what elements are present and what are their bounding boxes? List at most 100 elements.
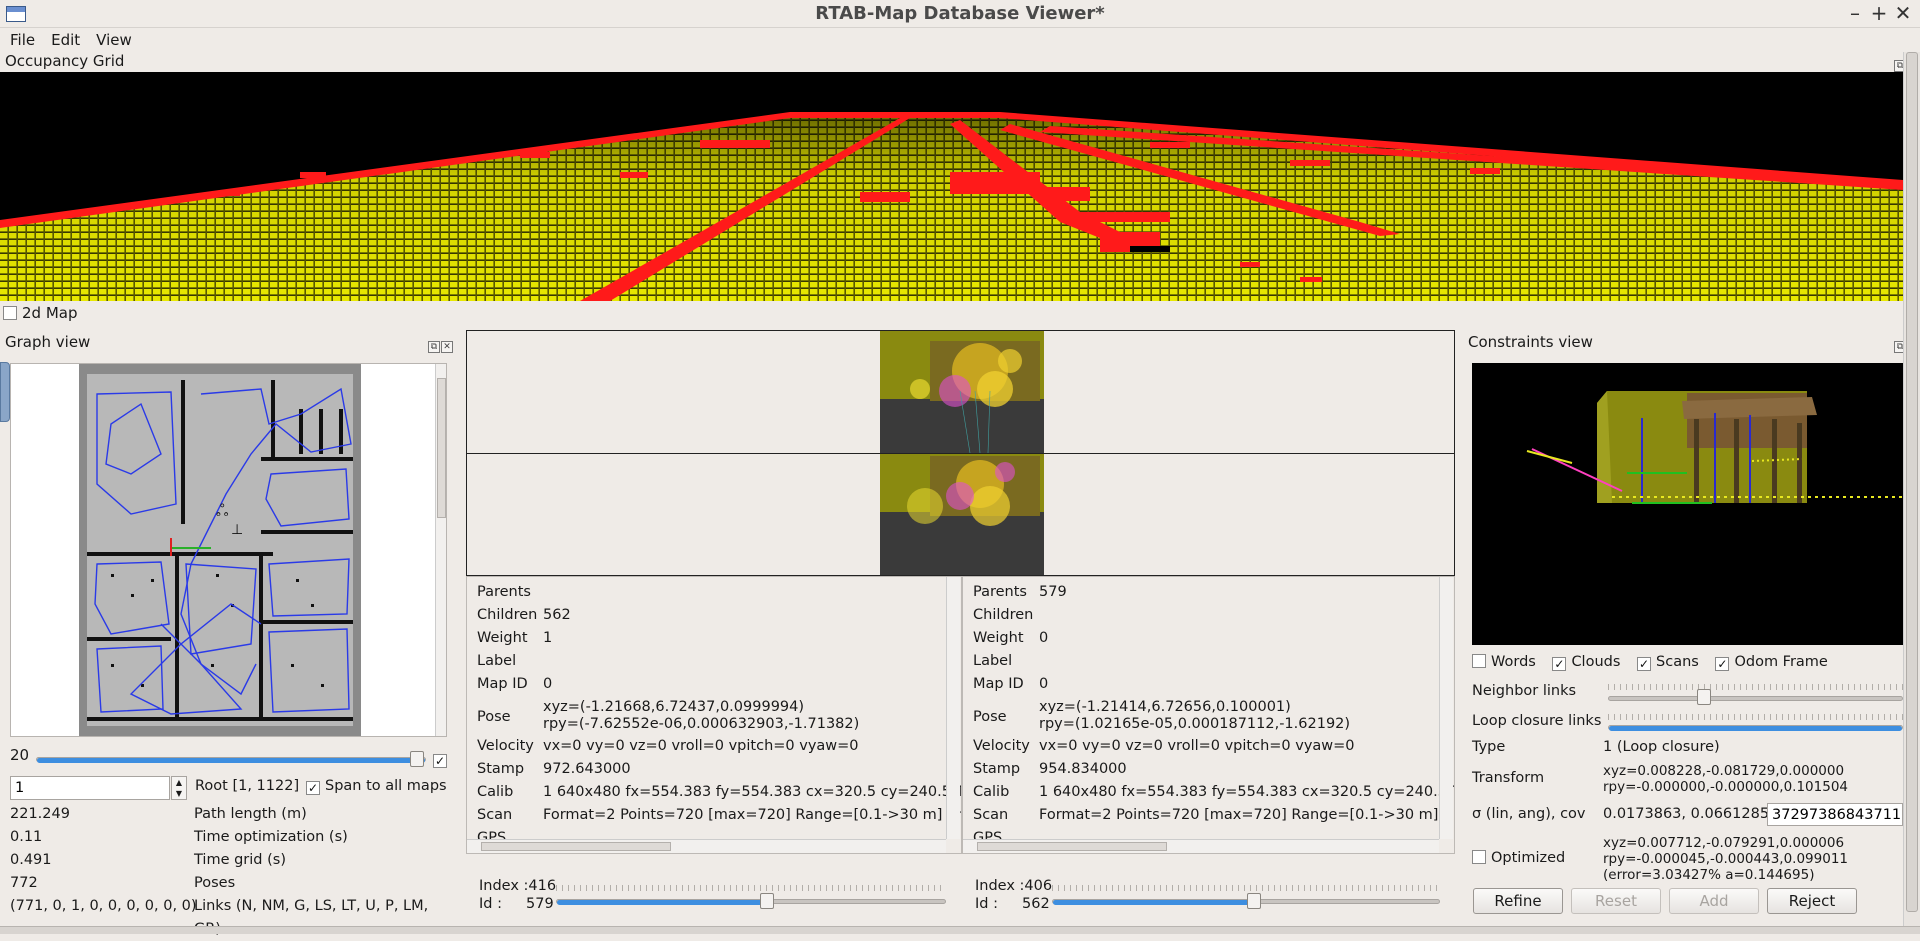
loop-closure-links-slider[interactable] (1608, 725, 1903, 731)
loop-ticks (1608, 714, 1903, 720)
transform-label: Transform (1472, 770, 1545, 786)
image-view-bottom[interactable] (466, 453, 1455, 576)
stat-path-length: 221.249 Path length (m) (10, 806, 307, 822)
span-label: Span to all maps (325, 778, 447, 794)
constraints-checkboxes: Words ✓ Clouds ✓ Scans ✓ Odom Frame (1472, 654, 1828, 671)
close-icon[interactable]: ✕ (441, 341, 453, 353)
info-left-hscroll[interactable] (467, 839, 946, 853)
node-slider-right-fill (1053, 900, 1254, 905)
node-slider-left-handle[interactable] (759, 893, 774, 909)
loop-closure-links-label: Loop closure links (1472, 713, 1602, 729)
node-slider-left-fill (557, 900, 767, 905)
root-label: Root [1, 1122] (195, 778, 300, 794)
graph-slider[interactable] (36, 757, 426, 763)
window-vertical-scrollbar[interactable] (1903, 52, 1920, 934)
camera-image-top (880, 331, 1044, 453)
menu-edit[interactable]: Edit (45, 28, 86, 52)
transform-rpy: rpy=-0.000000,-0.000000,0.101504 (1603, 779, 1848, 795)
info-right-hscroll[interactable] (963, 839, 1439, 853)
graph-slider-check[interactable]: ✓ (433, 754, 447, 768)
occupancy-3d-view[interactable] (0, 72, 1903, 301)
spin-arrows[interactable]: ▲ ▼ (171, 776, 187, 800)
window-title: RTAB-Map Database Viewer* (815, 3, 1105, 24)
neighbor-links-slider[interactable] (1608, 696, 1903, 701)
reset-button[interactable]: Reset (1571, 888, 1661, 914)
graph-dock-buttons: ⧉ ✕ (427, 335, 453, 353)
span-check[interactable]: ✓ (306, 781, 320, 795)
graph-slider-checkbox[interactable]: ✓ (433, 749, 452, 768)
map2d-checkbox[interactable]: 2d Map (3, 304, 78, 322)
node-slider-right-handle[interactable] (1246, 893, 1261, 909)
svg-text:⊥: ⊥ (231, 522, 243, 538)
title-bar: RTAB-Map Database Viewer* – + ✕ (0, 0, 1920, 28)
graph-map-render: ஃ ⊥ (79, 364, 361, 736)
graph-slider-value: 20 (10, 746, 30, 764)
menu-bar: File Edit View (0, 28, 1920, 52)
sigma-value: 0.0173863, 0.0661285 (1603, 806, 1770, 822)
clouds-check[interactable]: ✓ (1552, 657, 1567, 671)
constraints-3d-view[interactable] (1472, 363, 1903, 645)
covariance-field[interactable] (1767, 803, 1903, 826)
odom-frame-check[interactable]: ✓ (1715, 657, 1730, 671)
graph-view-title: Graph view (5, 333, 91, 351)
root-spinbox[interactable] (10, 776, 170, 800)
span-all-maps-checkbox[interactable]: ✓ Span to all maps (306, 778, 447, 795)
map2d-checkbox-box[interactable] (3, 306, 17, 320)
camera-image-bottom (880, 454, 1044, 575)
neighbor-ticks (1608, 684, 1903, 690)
stat-time-optimization: 0.11 Time optimization (s) (10, 829, 348, 845)
words-check[interactable] (1472, 654, 1486, 668)
menu-view[interactable]: View (90, 28, 138, 52)
optimized-check[interactable] (1472, 850, 1486, 864)
node-info-left[interactable]: Parents Children 562 Weight 1 Label Map ID… (466, 576, 962, 854)
occupancy-grid-title: Occupancy Grid (5, 52, 125, 70)
maximize-button[interactable]: + (1867, 1, 1891, 25)
id-value-right: 562 (1022, 896, 1050, 912)
scroll-thumb[interactable] (481, 842, 671, 851)
info-left-vscroll[interactable] (946, 577, 960, 839)
optimized-error: (error=3.03427% a=0.144695) (1603, 867, 1815, 883)
occupancy-render (0, 112, 1903, 301)
neighbor-links-handle[interactable] (1697, 689, 1711, 705)
index-label-left: Index :416 (479, 878, 557, 894)
close-button[interactable]: ✕ (1891, 1, 1915, 25)
optimized-rpy: rpy=-0.000045,-0.000443,0.099011 (1603, 851, 1848, 867)
id-value-left: 579 (526, 896, 554, 912)
index-label-right: Index :406 (975, 878, 1053, 894)
node-slider-left[interactable] (556, 899, 946, 905)
id-label-left: Id : (479, 896, 502, 912)
type-value: 1 (Loop closure) (1603, 739, 1720, 755)
graph-scroll-thumb[interactable] (437, 378, 446, 518)
menu-file[interactable]: File (4, 28, 41, 52)
scroll-thumb[interactable] (977, 842, 1167, 851)
float-icon[interactable]: ⧉ (428, 341, 440, 353)
constraints-view-title: Constraints view (1468, 333, 1593, 351)
index-ticks-left (556, 885, 946, 891)
node-info-right[interactable]: Parents 579 Children Weight 0 Label Map ID… (962, 576, 1455, 854)
stat-links: (771, 0, 1, 0, 0, 0, 0, 0, 0) Links (N, N… (10, 898, 429, 937)
constraints-render (1526, 391, 1903, 504)
graph-vertical-scrollbar[interactable] (435, 364, 446, 736)
sigma-label: σ (lin, ang), cov (1472, 806, 1586, 822)
graph-map-view[interactable]: ஃ ⊥ (10, 363, 447, 737)
info-right-vscroll[interactable] (1439, 577, 1453, 839)
scans-checkbox[interactable]: ✓ Scans (1637, 654, 1699, 671)
words-checkbox[interactable]: Words (1472, 654, 1536, 670)
index-ticks-right (1052, 885, 1440, 891)
map2d-label: 2d Map (22, 304, 78, 322)
window-scroll-thumb[interactable] (1906, 52, 1918, 912)
id-label-right: Id : (975, 896, 998, 912)
image-view-top[interactable] (466, 330, 1455, 454)
reject-button[interactable]: Reject (1767, 888, 1857, 914)
loop-slider-fill (1609, 726, 1902, 731)
add-button[interactable]: Add (1669, 888, 1759, 914)
transform-xyz: xyz=0.008228,-0.081729,0.000000 (1603, 763, 1845, 779)
graph-slider-handle[interactable] (410, 751, 424, 767)
minimize-button[interactable]: – (1843, 1, 1867, 25)
scans-check[interactable]: ✓ (1637, 657, 1652, 671)
clouds-checkbox[interactable]: ✓ Clouds (1552, 654, 1620, 671)
side-panel-handle[interactable] (0, 362, 10, 422)
odom-frame-checkbox[interactable]: ✓ Odom Frame (1715, 654, 1828, 671)
refine-button[interactable]: Refine (1473, 888, 1563, 914)
optimized-checkbox[interactable]: Optimized (1472, 850, 1565, 866)
